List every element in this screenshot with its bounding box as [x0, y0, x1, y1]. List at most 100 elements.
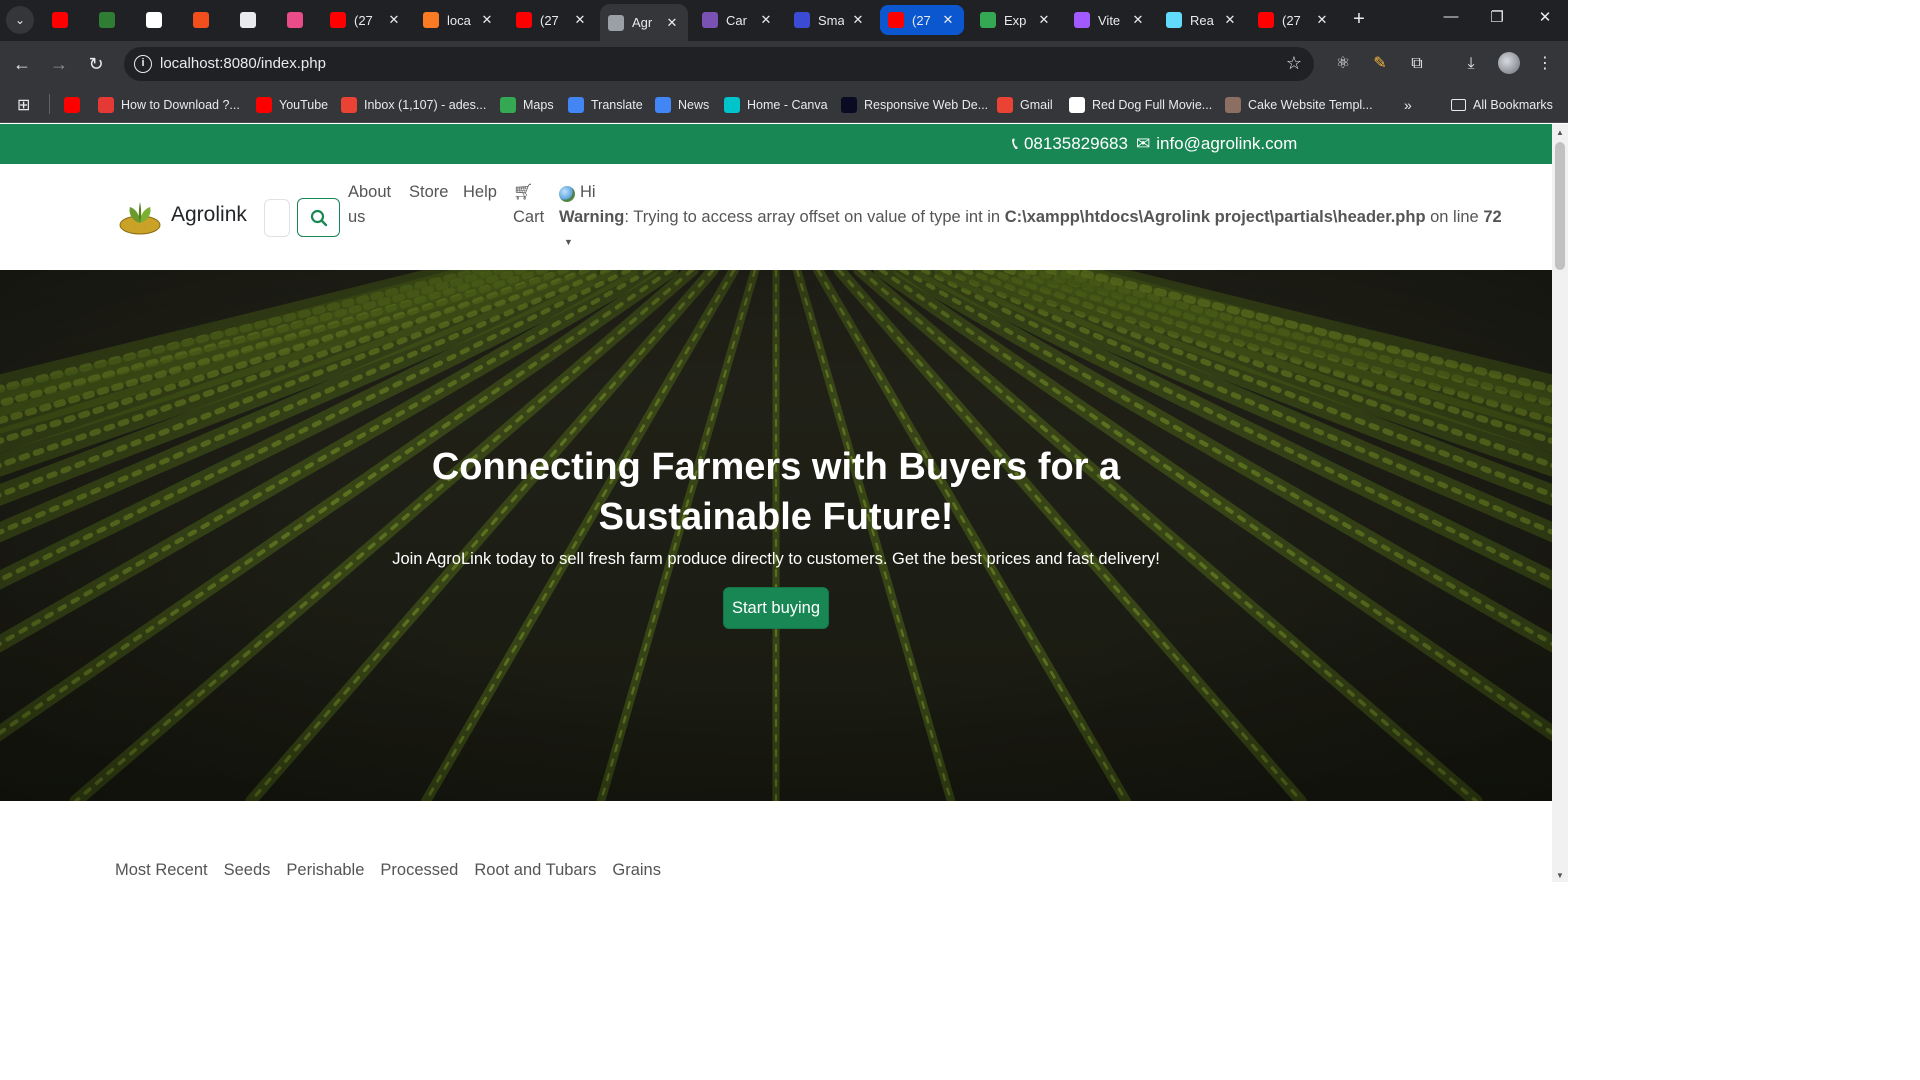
extensions-puzzle-icon[interactable]: ⧉	[1406, 53, 1428, 75]
category-tab[interactable]: Processed	[380, 861, 458, 880]
more-bookmarks-icon[interactable]: »	[1404, 95, 1412, 115]
close-tab-icon[interactable]: ✕	[850, 12, 866, 28]
bookmark-item[interactable]: News	[655, 95, 709, 115]
close-tab-icon[interactable]: ✕	[1222, 12, 1238, 28]
bookmark-item[interactable]: Cake Website Templ...	[1225, 95, 1373, 115]
browser-tab[interactable]: Car ✕	[694, 5, 782, 35]
close-tab-icon[interactable]: ✕	[664, 15, 680, 31]
location-icon	[794, 12, 810, 28]
cart-icon[interactable]: 🛒︎	[513, 182, 533, 202]
browser-tab[interactable]: (27 ✕	[322, 5, 410, 35]
bookmark-label: Inbox (1,107) - ades...	[364, 98, 487, 112]
browser-tab[interactable]: (27 ✕	[880, 5, 964, 35]
browser-tab[interactable]	[138, 5, 178, 35]
bookmark-item[interactable]	[64, 95, 87, 115]
bookmark-item[interactable]: Home - Canva	[724, 95, 828, 115]
browser-tab[interactable]	[91, 5, 131, 35]
scrollbar-thumb[interactable]	[1555, 142, 1565, 270]
user-greeting[interactable]: Hi	[580, 180, 596, 205]
bookmark-item[interactable]: Gmail	[997, 95, 1053, 115]
category-tab[interactable]: Grains	[612, 861, 661, 880]
close-tab-icon[interactable]: ✕	[940, 12, 956, 28]
category-tab[interactable]: Perishable	[286, 861, 364, 880]
bookmark-item[interactable]: Red Dog Full Movie...	[1069, 95, 1212, 115]
bootstrap-icon	[702, 12, 718, 28]
nav-about-us[interactable]: About us	[348, 180, 391, 230]
scroll-up-icon[interactable]: ▲	[1556, 128, 1564, 137]
bookmark-item[interactable]: Responsive Web De...	[841, 95, 988, 115]
close-window-icon[interactable]: ✕	[1530, 8, 1560, 26]
maps-icon	[500, 97, 516, 113]
brand-name[interactable]: Agrolink	[171, 203, 247, 227]
hero-subtitle: Join AgroLink today to sell fresh farm p…	[392, 550, 1160, 568]
browser-tab[interactable]	[279, 5, 319, 35]
nav-help[interactable]: Help	[463, 180, 497, 205]
category-tab[interactable]: Root and Tubars	[474, 861, 596, 880]
globe-icon	[608, 14, 624, 31]
browser-menu-icon[interactable]: ⋮	[1534, 53, 1556, 75]
page-scrollbar[interactable]: ▲ ▼	[1552, 124, 1568, 882]
tab-title: Car	[726, 12, 747, 28]
nav-store[interactable]: Store	[409, 180, 448, 205]
bookmark-item[interactable]: YouTube	[256, 95, 328, 115]
extension-react-icon[interactable]: ⚛	[1332, 53, 1354, 75]
category-tab[interactable]: Most Recent	[115, 861, 208, 880]
user-dropdown-caret-icon[interactable]: ▼	[564, 237, 573, 247]
tab-search-icon[interactable]: ⌄	[6, 6, 34, 34]
bookmark-star-icon[interactable]: ☆	[1286, 53, 1302, 74]
start-buying-button[interactable]: Start buying	[723, 587, 829, 629]
gmail-icon	[997, 97, 1013, 113]
reload-icon[interactable]: ↻	[83, 51, 109, 77]
scroll-down-icon[interactable]: ▼	[1556, 871, 1564, 880]
warning-path: C:\xampp\htdocs\Agrolink project\partial…	[1004, 208, 1426, 226]
nav-cart[interactable]: Cart	[513, 205, 544, 230]
extension-pen-icon[interactable]: ✎	[1369, 53, 1391, 75]
close-tab-icon[interactable]: ✕	[479, 12, 495, 28]
user-avatar[interactable]	[559, 186, 575, 202]
bookmark-label: Gmail	[1020, 98, 1053, 112]
restore-icon[interactable]: ❐	[1482, 8, 1512, 26]
bookmark-item[interactable]: Inbox (1,107) - ades...	[341, 95, 486, 115]
download-icon[interactable]: ⤓	[1460, 53, 1482, 75]
browser-tab[interactable]	[44, 5, 84, 35]
browser-tab[interactable]: (27 ✕	[508, 5, 596, 35]
close-tab-icon[interactable]: ✕	[572, 12, 588, 28]
url-text[interactable]: localhost:8080/index.php	[160, 55, 326, 72]
forward-icon[interactable]: →	[46, 51, 72, 77]
browser-tab[interactable]: Exp ✕	[972, 5, 1060, 35]
browser-tab[interactable]: Sma ✕	[786, 5, 874, 35]
browser-tab[interactable]: Rea ✕	[1158, 5, 1246, 35]
bookmarks-divider	[49, 94, 50, 114]
tab-title: (27	[354, 12, 373, 28]
close-tab-icon[interactable]: ✕	[1036, 12, 1052, 28]
search-button[interactable]	[297, 198, 340, 237]
close-tab-icon[interactable]: ✕	[386, 12, 402, 28]
minimize-icon[interactable]: —	[1436, 8, 1466, 25]
bookmark-item[interactable]: Maps	[500, 95, 554, 115]
browser-tab[interactable]: Agr ✕	[600, 4, 688, 41]
gmail-icon	[341, 97, 357, 113]
profile-avatar[interactable]	[1498, 52, 1520, 74]
browser-tab[interactable]	[185, 5, 225, 35]
bookmark-item[interactable]: Translate	[568, 95, 643, 115]
close-tab-icon[interactable]: ✕	[758, 12, 774, 28]
close-tab-icon[interactable]: ✕	[1130, 12, 1146, 28]
canva-icon	[724, 97, 740, 113]
agrolink-logo-icon[interactable]	[118, 199, 162, 235]
bookmark-label: How to Download ?...	[121, 98, 240, 112]
back-icon[interactable]: ←	[9, 51, 35, 77]
address-bar[interactable]: i localhost:8080/index.php ☆	[124, 47, 1314, 81]
bookmark-label: YouTube	[279, 98, 329, 112]
browser-tab[interactable]: (27 ✕	[1250, 5, 1338, 35]
new-tab-button[interactable]: +	[1348, 8, 1370, 30]
apps-grid-icon[interactable]: ⊞	[17, 95, 30, 115]
close-tab-icon[interactable]: ✕	[1314, 12, 1330, 28]
browser-tab[interactable]: loca ✕	[415, 5, 503, 35]
bookmark-item[interactable]: How to Download ?...	[98, 95, 240, 115]
search-input[interactable]	[264, 199, 290, 237]
site-info-icon[interactable]: i	[134, 55, 152, 73]
all-bookmarks[interactable]: All Bookmarks	[1451, 95, 1553, 115]
browser-tab[interactable]	[232, 5, 272, 35]
category-tab[interactable]: Seeds	[224, 861, 271, 880]
browser-tab[interactable]: Vite ✕	[1066, 5, 1154, 35]
